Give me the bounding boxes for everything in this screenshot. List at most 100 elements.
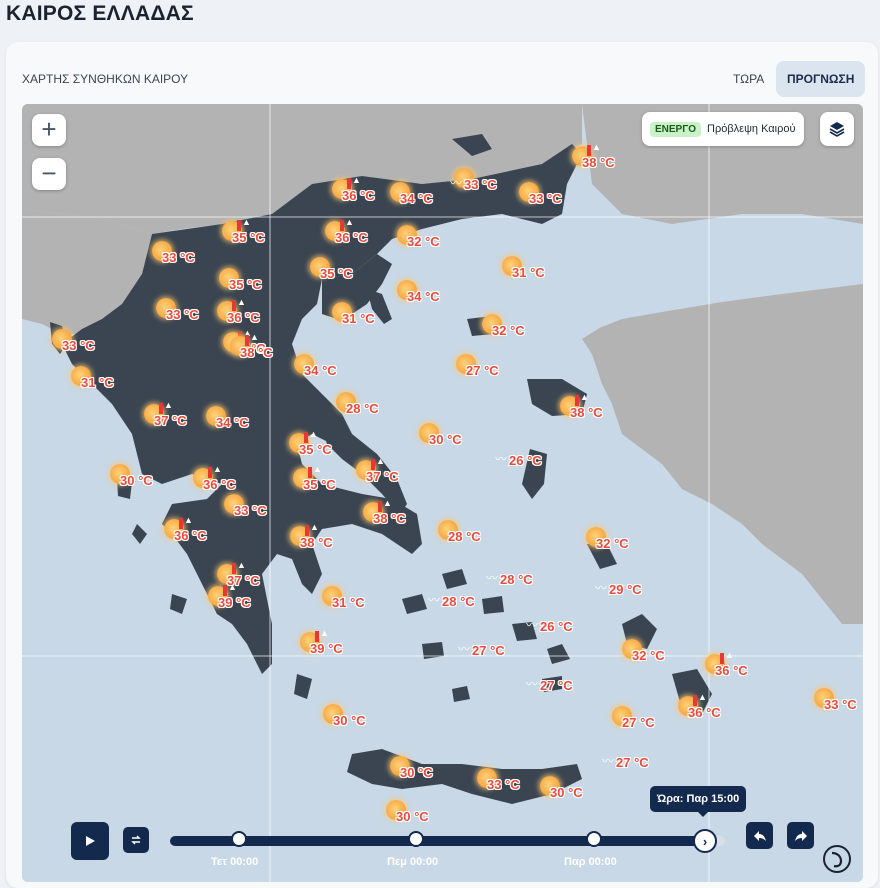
- wind-icon: 〰: [526, 618, 539, 632]
- weather-marker[interactable]: 35 °C: [310, 257, 390, 287]
- warning-icon: ▲: [250, 332, 259, 342]
- temperature-label: 32 °C: [632, 648, 665, 663]
- weather-marker[interactable]: 30 °C: [540, 776, 620, 806]
- timeline-label: Τετ 00:00: [211, 856, 259, 868]
- weather-marker[interactable]: 32 °C: [622, 639, 702, 669]
- temperature-label: 36 °C: [174, 528, 207, 543]
- weather-marker[interactable]: 27 °C: [456, 354, 536, 384]
- weather-map[interactable]: + − ΕΝΕΡΓΟ Πρόβλεψη Καιρού ▲ 38 °C ▲ 36 °C 3…: [22, 104, 863, 882]
- weather-marker[interactable]: 〰 26 °C: [526, 610, 610, 640]
- weather-marker[interactable]: 30 °C: [110, 464, 190, 494]
- weather-marker[interactable]: ▲ 38 °C: [363, 498, 443, 532]
- weather-marker[interactable]: 33 °C: [814, 688, 863, 718]
- temperature-label: 38 °C: [300, 535, 333, 550]
- weather-marker[interactable]: ▲ 39 °C: [300, 628, 380, 662]
- weather-marker[interactable]: 31 °C: [502, 256, 582, 286]
- weather-marker[interactable]: 33 °C: [52, 329, 132, 359]
- weather-marker[interactable]: ▲ 38 °C: [560, 392, 640, 426]
- layer-indicator[interactable]: ΕΝΕΡΓΟ Πρόβλεψη Καιρού: [642, 112, 804, 146]
- weather-marker[interactable]: ▲ 35 °C: [289, 429, 369, 463]
- temperature-label: 34 °C: [407, 289, 440, 304]
- wind-icon: 〰: [602, 754, 615, 768]
- weather-marker[interactable]: ▲ 37 °C: [356, 456, 436, 490]
- tab-forecast[interactable]: ΠΡΟΓΝΩΣΗ: [776, 61, 866, 97]
- temperature-label: 27 °C: [616, 755, 649, 770]
- weather-marker[interactable]: 27 °C: [612, 706, 692, 736]
- weather-marker[interactable]: ▲ 38 °C: [572, 142, 652, 176]
- weather-marker[interactable]: 34 °C: [206, 406, 286, 436]
- weather-marker[interactable]: 33 °C: [152, 241, 232, 271]
- weather-marker[interactable]: 〰 28 °C: [428, 585, 512, 615]
- play-button[interactable]: [71, 822, 109, 860]
- zoom-out-button[interactable]: −: [32, 158, 66, 190]
- weather-marker[interactable]: ▲ 36 °C: [325, 217, 405, 251]
- weather-marker[interactable]: 31 °C: [322, 586, 402, 616]
- temperature-label: 32 °C: [407, 234, 440, 249]
- layer-name: Πρόβλεψη Καιρού: [707, 123, 796, 135]
- layers-button[interactable]: [820, 112, 854, 146]
- temperature-label: 33 °C: [234, 503, 267, 518]
- weather-marker[interactable]: 〰 27 °C: [458, 634, 542, 664]
- weather-marker[interactable]: 30 °C: [323, 704, 403, 734]
- weather-marker[interactable]: 34 °C: [397, 280, 477, 310]
- wind-icon: 〰: [450, 176, 463, 190]
- weather-marker[interactable]: ▲ 36 °C: [705, 650, 785, 684]
- warning-icon: ▲: [237, 560, 246, 570]
- temperature-label: 30 °C: [429, 432, 462, 447]
- weather-marker[interactable]: 〰 26 °C: [495, 444, 579, 474]
- temperature-label: 33 °C: [529, 191, 562, 206]
- warning-icon: ▲: [376, 456, 385, 466]
- weather-marker[interactable]: 28 °C: [438, 520, 518, 550]
- temperature-label: 27 °C: [540, 678, 573, 693]
- temperature-label: 36 °C: [227, 310, 260, 325]
- weather-marker[interactable]: 32 °C: [586, 527, 666, 557]
- temperature-label: 30 °C: [333, 713, 366, 728]
- wind-icon: 〰: [595, 581, 608, 595]
- warning-icon: ▲: [580, 392, 589, 402]
- warning-icon: ▲: [725, 650, 734, 660]
- weather-marker[interactable]: 34 °C: [294, 354, 374, 384]
- wind-icon: 〰: [486, 571, 499, 585]
- weather-marker[interactable]: 〰 27 °C: [602, 746, 686, 776]
- temperature-label: 34 °C: [400, 191, 433, 206]
- weather-marker[interactable]: 32 °C: [482, 314, 562, 344]
- timeline-tick[interactable]: [408, 831, 424, 847]
- temperature-label: 35 °C: [232, 230, 265, 245]
- loop-icon: [131, 835, 141, 845]
- temperature-label: 37 °C: [154, 413, 187, 428]
- weather-marker[interactable]: 30 °C: [419, 423, 499, 453]
- timeline-track[interactable]: [170, 836, 722, 846]
- temperature-label: 38 °C: [582, 155, 615, 170]
- tab-now[interactable]: ΤΩΡΑ: [722, 61, 775, 97]
- zoom-in-button[interactable]: +: [32, 114, 66, 146]
- weather-marker[interactable]: 32 °C: [397, 225, 477, 255]
- temperature-label: 26 °C: [509, 453, 542, 468]
- temperature-label: 33 °C: [464, 177, 497, 192]
- temperature-label: 34 °C: [304, 363, 337, 378]
- rewind-button[interactable]: [746, 822, 773, 849]
- weather-marker[interactable]: 〰 29 °C: [595, 573, 679, 603]
- warning-icon: ▲: [352, 175, 361, 185]
- warning-icon: ▲: [383, 498, 392, 508]
- weather-marker[interactable]: 35 °C: [219, 268, 299, 298]
- timeline-handle[interactable]: ›: [693, 829, 717, 853]
- weather-marker[interactable]: 33 °C: [519, 182, 599, 212]
- weather-marker[interactable]: ▲ 36 °C: [164, 515, 244, 549]
- weather-marker[interactable]: 30 °C: [390, 756, 470, 786]
- forward-button[interactable]: [787, 822, 814, 849]
- weather-marker[interactable]: ▲ 38 °C: [290, 522, 370, 556]
- temperature-label: 30 °C: [550, 785, 583, 800]
- weather-marker[interactable]: 〰 27 °C: [526, 669, 610, 699]
- temperature-label: 28 °C: [442, 594, 475, 609]
- weather-marker[interactable]: 31 °C: [71, 366, 151, 396]
- loop-button[interactable]: [123, 827, 149, 853]
- timeline-tick[interactable]: [586, 831, 602, 847]
- weather-marker[interactable]: ▲ 39 °C: [208, 582, 288, 616]
- warning-icon: ▲: [309, 429, 318, 439]
- timeline-tick[interactable]: [231, 831, 247, 847]
- brand-logo: [823, 845, 851, 873]
- weather-marker[interactable]: 28 °C: [336, 392, 416, 422]
- weather-marker[interactable]: ▲ 35 °C: [222, 217, 302, 251]
- time-tooltip: Ώρα: Παρ 15:00: [650, 786, 747, 817]
- weather-marker[interactable]: ▲ 36 °C: [217, 297, 297, 331]
